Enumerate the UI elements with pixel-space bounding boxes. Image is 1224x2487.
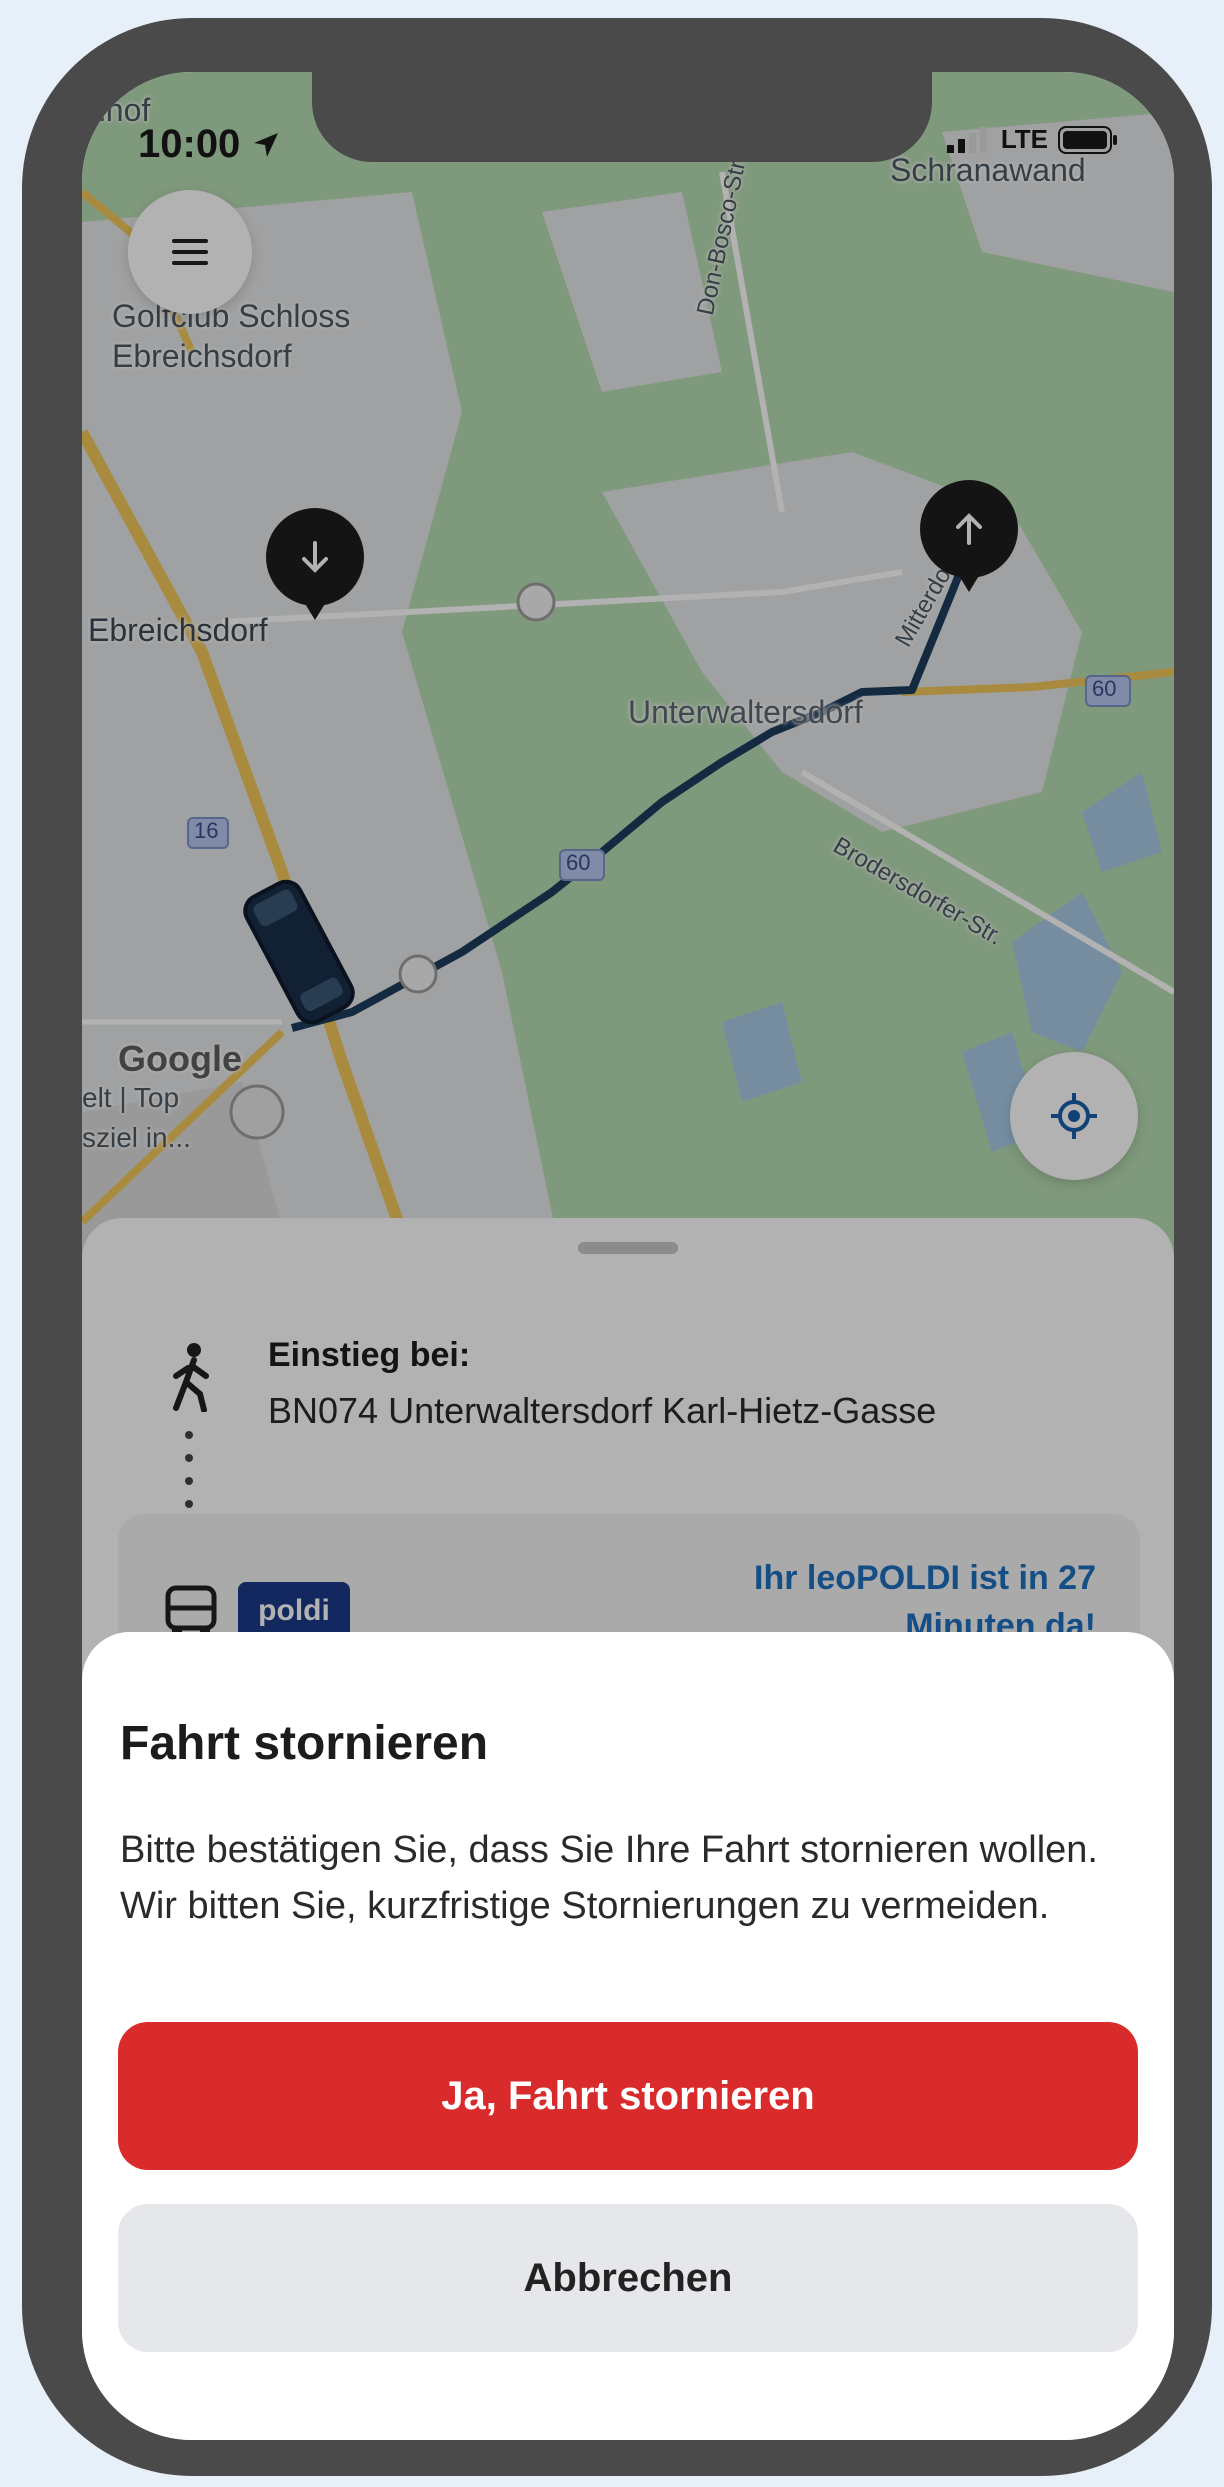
status-indicators: LTE (946, 124, 1118, 155)
dialog-title: Fahrt stornieren (120, 1717, 489, 1770)
app-screen: 10:00 LTE hhof Schranawand Golfclub Schl… (82, 72, 1174, 2440)
location-arrow-icon (254, 133, 279, 157)
signal-icon (946, 126, 987, 153)
confirm-cancel-label: Ja, Fahrt stornieren (441, 2073, 815, 2118)
phone-notch (312, 72, 932, 162)
confirm-cancel-button[interactable]: Ja, Fahrt stornieren (118, 2022, 1138, 2170)
battery-icon (1058, 125, 1117, 154)
abort-label: Abbrechen (523, 2255, 733, 2300)
abort-button[interactable]: Abbrechen (118, 2204, 1138, 2352)
cancel-ride-dialog: Fahrt stornieren Bitte bestätigen Sie, d… (82, 1632, 1174, 2440)
dialog-message: Bitte bestätigen Sie, dass Sie Ihre Fahr… (120, 1829, 1098, 1927)
status-time: 10:00 (138, 122, 281, 167)
clock: 10:00 (138, 122, 241, 166)
network-type: LTE (1000, 124, 1048, 154)
